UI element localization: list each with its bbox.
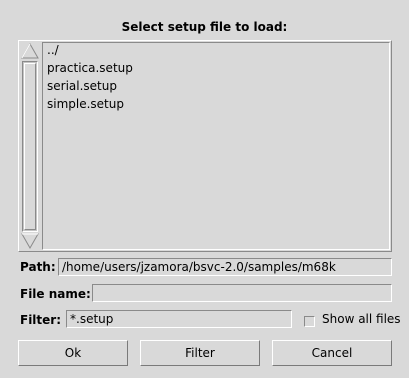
filter-button[interactable]: Filter xyxy=(140,340,260,366)
list-item[interactable]: serial.setup xyxy=(47,79,117,93)
file-list[interactable]: ../ practica.setup serial.setup simple.s… xyxy=(42,42,390,250)
ok-button[interactable]: Ok xyxy=(18,340,128,366)
list-item[interactable]: ../ xyxy=(47,43,59,57)
file-name-label: File name: xyxy=(20,287,91,301)
filter-label: Filter: xyxy=(20,313,62,327)
cancel-button[interactable]: Cancel xyxy=(272,340,392,366)
list-item[interactable]: practica.setup xyxy=(47,61,133,75)
path-label: Path: xyxy=(20,260,56,274)
scroll-thumb[interactable] xyxy=(24,63,36,230)
file-name-input[interactable] xyxy=(92,284,392,302)
path-field: /home/users/jzamora/bsvc-2.0/samples/m68… xyxy=(58,258,392,276)
scroll-down-arrow-icon[interactable] xyxy=(20,232,40,250)
list-item[interactable]: simple.setup xyxy=(47,97,124,111)
scroll-up-arrow-icon[interactable] xyxy=(20,42,40,60)
file-list-scrollbar[interactable] xyxy=(20,42,40,250)
dialog-title: Select setup file to load: xyxy=(121,20,288,34)
scroll-trough[interactable] xyxy=(22,61,38,232)
show-all-files-label[interactable]: Show all files xyxy=(322,312,401,326)
filter-input[interactable]: *.setup xyxy=(66,310,292,328)
show-all-files-checkbox[interactable] xyxy=(304,316,315,327)
